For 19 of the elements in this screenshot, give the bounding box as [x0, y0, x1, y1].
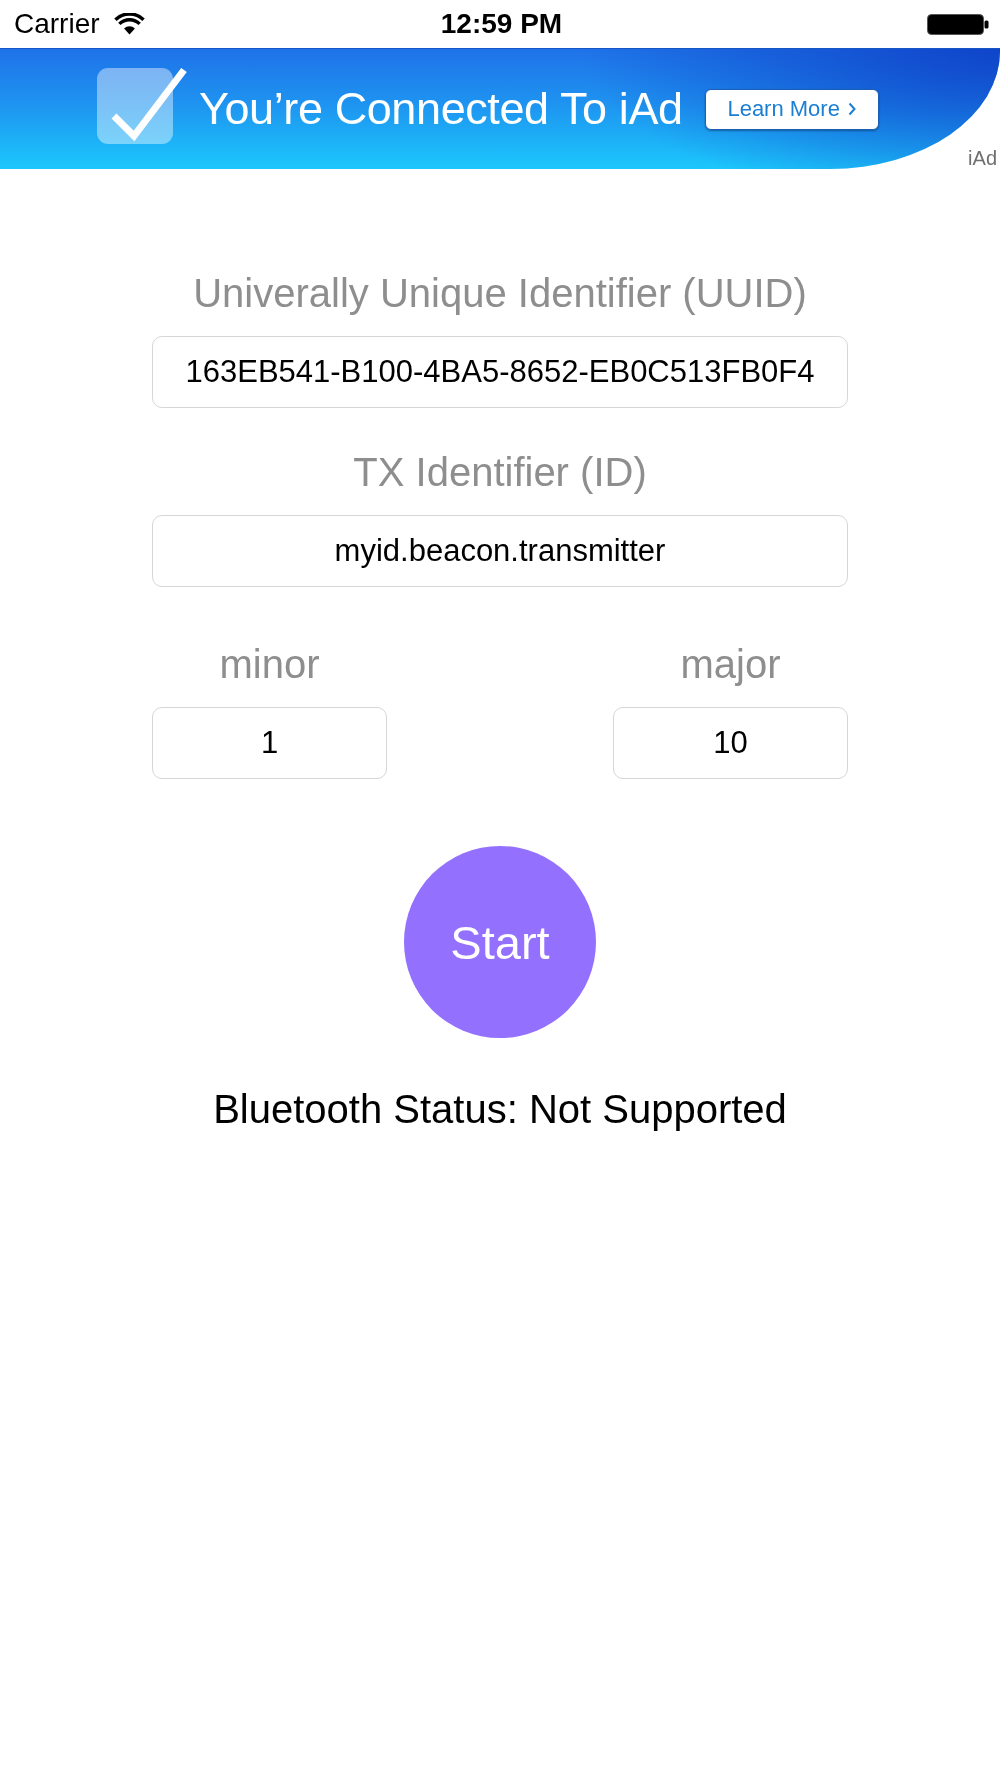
- text-field[interactable]: 1: [152, 707, 387, 779]
- wifi-icon: [113, 13, 145, 35]
- field-label: Univerally Unique Identifier (UUID): [193, 270, 807, 316]
- checkmark-icon: [97, 66, 187, 144]
- field-label: major: [680, 641, 781, 687]
- ad-headline: You’re Connected To iAd: [199, 83, 683, 135]
- chevron-icon: [847, 102, 856, 116]
- battery-icon: [927, 13, 989, 35]
- ad-badge-label: iAd: [968, 147, 997, 169]
- learn-more-button[interactable]: Learn More: [704, 88, 879, 130]
- text-field[interactable]: myid.beacon.transmitter: [152, 515, 848, 587]
- text-field[interactable]: 163EB541-B100-4BA5-8652-EB0C513FB0F4: [152, 336, 848, 408]
- text-field[interactable]: 10: [613, 707, 848, 779]
- start-button[interactable]: Start: [404, 846, 596, 1038]
- field-label: minor: [219, 641, 320, 687]
- bluetooth-status-text: Bluetooth Status: Not Supported: [213, 1086, 787, 1132]
- clock-time: 12:59 PM: [440, 8, 563, 40]
- carrier-name: Carrier: [14, 8, 100, 40]
- field-label: TX Identifier (ID): [353, 449, 647, 495]
